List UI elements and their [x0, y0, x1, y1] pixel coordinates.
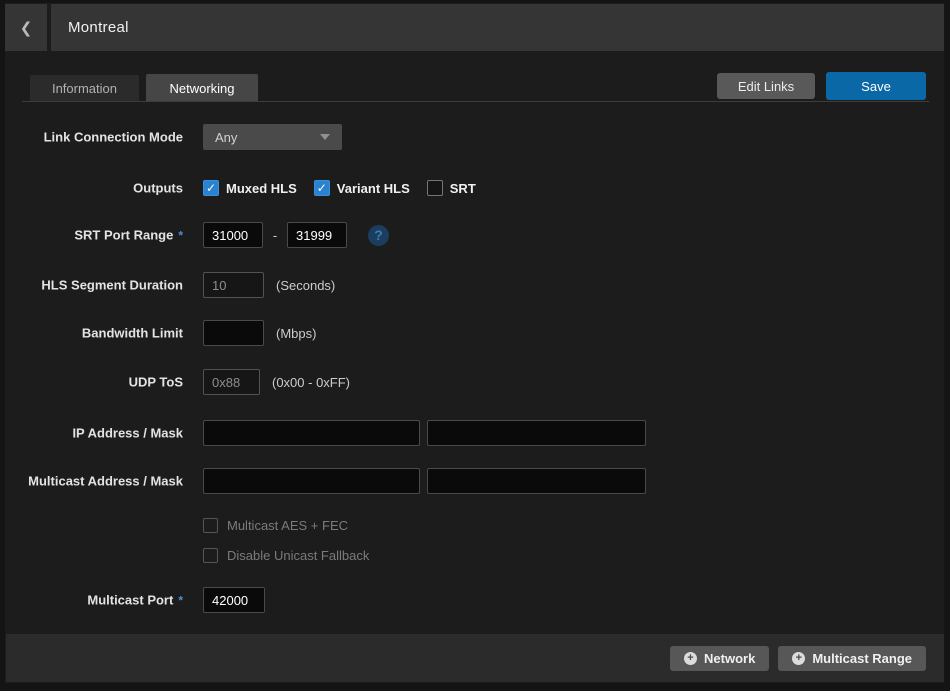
- muxed-hls-label: Muxed HLS: [226, 181, 297, 196]
- bandwidth-limit-label: Bandwidth Limit: [0, 326, 183, 341]
- add-multicast-range-button[interactable]: Multicast Range: [778, 646, 926, 671]
- udp-tos-input[interactable]: [203, 369, 260, 395]
- link-connection-mode-select[interactable]: Any: [203, 124, 342, 150]
- row-multicast-address-mask: Multicast Address / Mask: [0, 467, 950, 494]
- disable-unicast-fallback-label: Disable Unicast Fallback: [227, 548, 369, 563]
- bandwidth-limit-unit: (Mbps): [276, 326, 316, 341]
- row-bandwidth-limit: Bandwidth Limit (Mbps): [0, 320, 950, 346]
- header-title-area: Montreal: [51, 4, 944, 51]
- checkbox-variant-hls[interactable]: Variant HLS: [314, 180, 410, 196]
- srt-port-range-to-input[interactable]: [287, 222, 347, 248]
- checkbox-muxed-hls[interactable]: Muxed HLS: [203, 180, 297, 196]
- checkbox-srt[interactable]: SRT: [427, 180, 476, 196]
- variant-hls-label: Variant HLS: [337, 181, 410, 196]
- plus-circle-icon: [792, 652, 805, 665]
- ip-mask-input[interactable]: [427, 420, 646, 446]
- checkbox-disable-unicast-fallback[interactable]: Disable Unicast Fallback: [203, 548, 369, 563]
- row-link-connection-mode: Link Connection Mode Any: [0, 124, 950, 150]
- tab-information[interactable]: Information: [30, 75, 139, 101]
- srt-label: SRT: [450, 181, 476, 196]
- tab-underline: [22, 101, 929, 102]
- app-window: Montreal Information Networking Edit Lin…: [0, 0, 950, 691]
- srt-port-range-from-input[interactable]: [203, 222, 263, 248]
- multicast-address-input[interactable]: [203, 468, 420, 494]
- outputs-label: Outputs: [0, 181, 183, 196]
- udp-tos-label: UDP ToS: [0, 375, 183, 390]
- checkbox-multicast-aes-fec[interactable]: Multicast AES + FEC: [203, 518, 348, 533]
- help-icon[interactable]: [368, 225, 389, 246]
- row-udp-tos: UDP ToS (0x00 - 0xFF): [0, 369, 950, 395]
- row-hls-segment-duration: HLS Segment Duration (Seconds): [0, 272, 950, 298]
- row-ip-address-mask: IP Address / Mask: [0, 419, 950, 446]
- multicast-port-input[interactable]: [203, 587, 265, 613]
- range-separator: -: [263, 228, 287, 243]
- multicast-aes-fec-label: Multicast AES + FEC: [227, 518, 348, 533]
- chevron-down-icon: [320, 134, 330, 140]
- ip-address-mask-label: IP Address / Mask: [0, 425, 183, 440]
- row-outputs: Outputs Muxed HLS Variant HLS SRT: [0, 174, 950, 202]
- footer-bar: Network Multicast Range: [6, 634, 944, 682]
- hls-segment-duration-input[interactable]: [203, 272, 264, 298]
- bandwidth-limit-input[interactable]: [203, 320, 264, 346]
- ip-address-input[interactable]: [203, 420, 420, 446]
- required-icon: *: [173, 229, 183, 243]
- add-network-button[interactable]: Network: [670, 646, 769, 671]
- edit-links-button[interactable]: Edit Links: [717, 73, 815, 99]
- add-network-label: Network: [704, 651, 755, 666]
- row-multicast-aes-fec: Multicast AES + FEC: [0, 516, 950, 534]
- checkbox-icon: [427, 180, 443, 196]
- row-disable-unicast-fallback: Disable Unicast Fallback: [0, 546, 950, 564]
- srt-port-range-label: SRT Port Range*: [0, 228, 183, 243]
- plus-circle-icon: [684, 652, 697, 665]
- checkbox-icon: [203, 518, 218, 533]
- save-button[interactable]: Save: [826, 72, 926, 100]
- checkbox-icon: [203, 180, 219, 196]
- link-connection-mode-label: Link Connection Mode: [0, 130, 183, 145]
- link-connection-mode-value: Any: [215, 130, 320, 145]
- row-srt-port-range: SRT Port Range* -: [0, 222, 950, 248]
- page-title: Montreal: [68, 19, 129, 36]
- checkbox-icon: [203, 548, 218, 563]
- multicast-address-mask-label: Multicast Address / Mask: [0, 473, 183, 488]
- tab-networking[interactable]: Networking: [146, 74, 258, 102]
- multicast-port-label: Multicast Port*: [0, 593, 183, 608]
- add-multicast-range-label: Multicast Range: [812, 651, 912, 666]
- row-multicast-port: Multicast Port*: [0, 587, 950, 613]
- checkbox-icon: [314, 180, 330, 196]
- udp-tos-unit: (0x00 - 0xFF): [272, 375, 350, 390]
- required-icon: *: [173, 594, 183, 608]
- hls-segment-duration-label: HLS Segment Duration: [0, 278, 183, 293]
- back-button[interactable]: [5, 4, 47, 51]
- header-bar: Montreal: [5, 4, 944, 51]
- multicast-mask-input[interactable]: [427, 468, 646, 494]
- hls-segment-duration-unit: (Seconds): [276, 278, 335, 293]
